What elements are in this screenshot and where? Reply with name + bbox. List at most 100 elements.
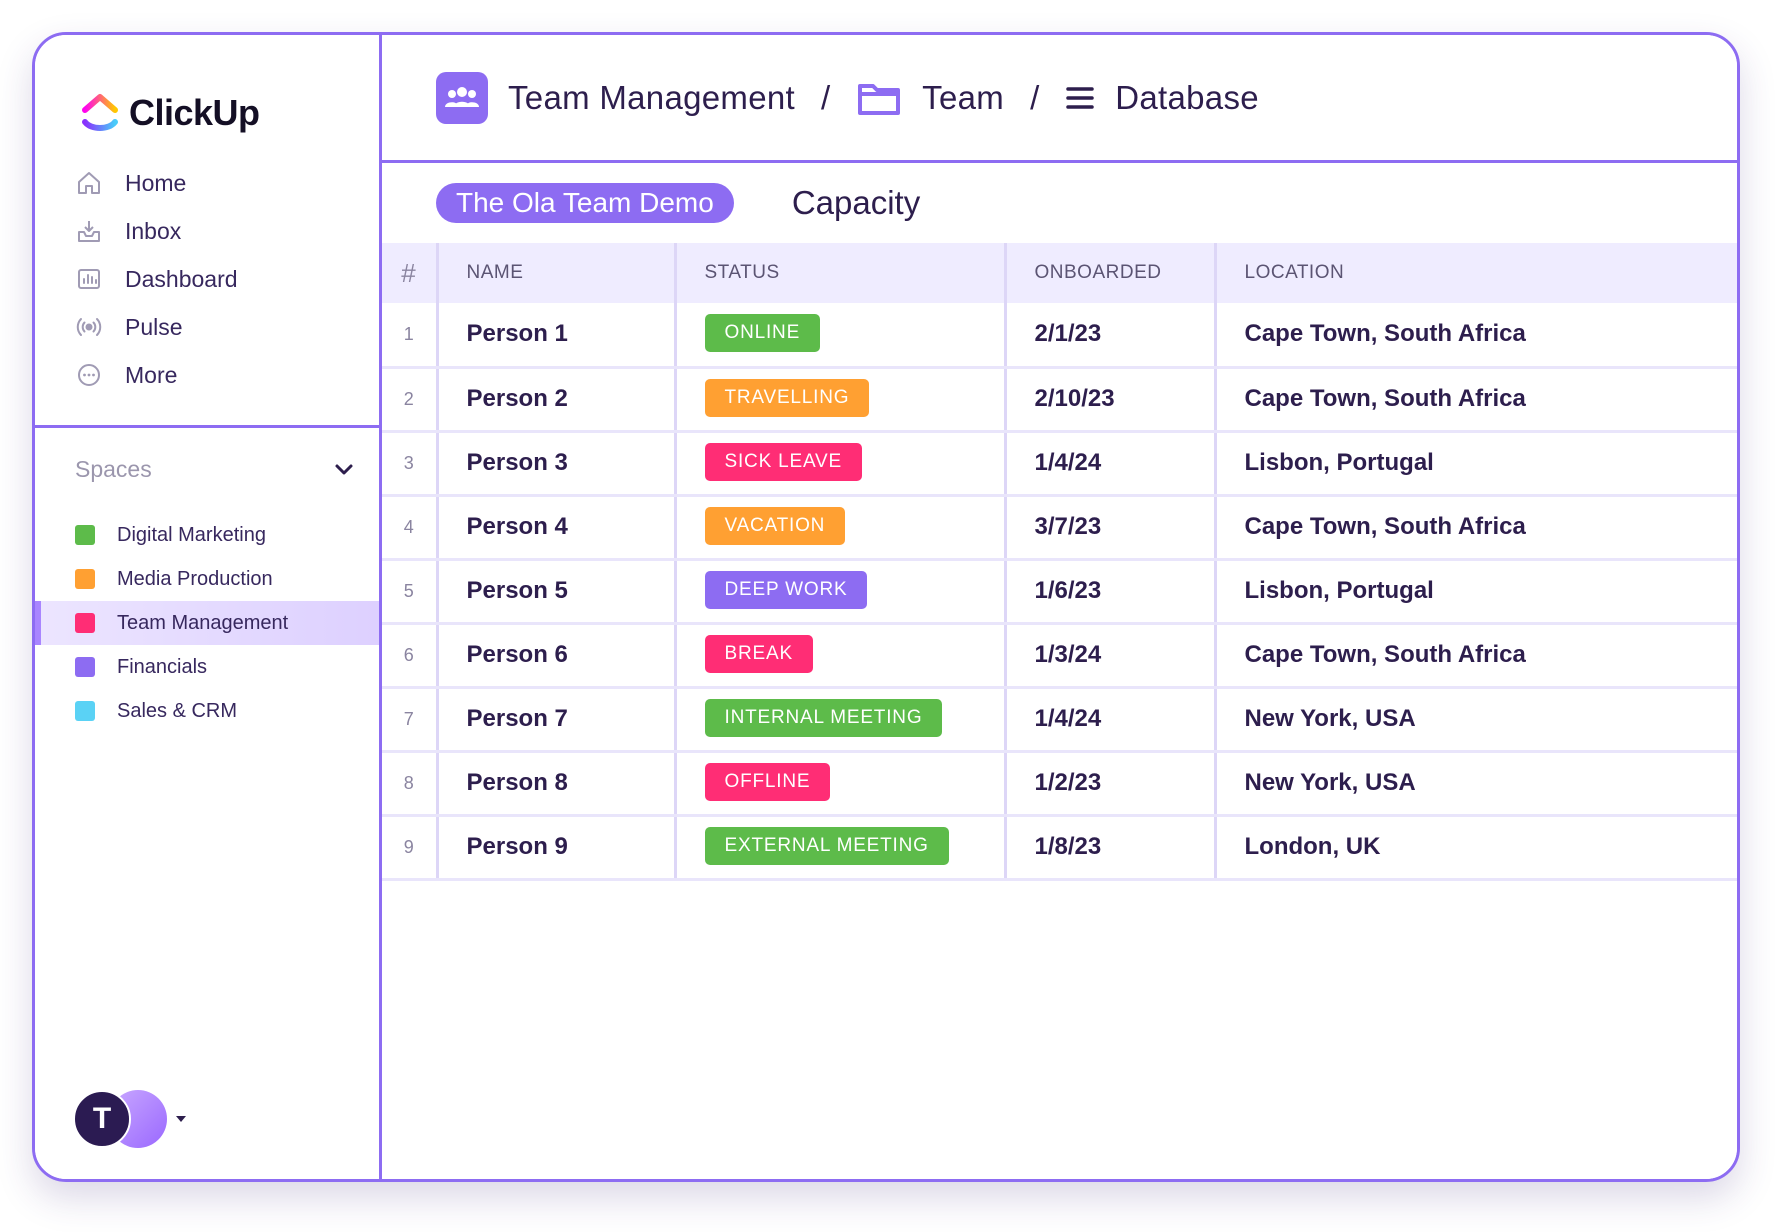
cell-onboarded[interactable]: 1/4/24 <box>1005 431 1217 497</box>
cell-status: SICK LEAVE <box>675 431 1007 497</box>
table-row[interactable]: 4 Person 4 VACATION 3/7/23 Cape Town, South … <box>382 495 1737 561</box>
column-header-index: # <box>382 243 439 303</box>
sidebar: ClickUp Home Inbox Dashboard Pulse More … <box>35 35 382 1179</box>
cell-onboarded[interactable]: 1/4/24 <box>1005 687 1217 753</box>
sidebar-item-pulse[interactable]: Pulse <box>75 303 365 351</box>
column-header-location[interactable]: LOCATION <box>1215 243 1737 303</box>
column-header-name[interactable]: NAME <box>437 243 677 303</box>
team-icon <box>445 86 479 107</box>
breadcrumb-separator: / <box>1030 78 1040 116</box>
cell-status: INTERNAL MEETING <box>675 687 1007 753</box>
column-header-status[interactable]: STATUS <box>675 243 1007 303</box>
cell-name[interactable]: Person 9 <box>437 815 677 881</box>
status-badge[interactable]: INTERNAL MEETING <box>704 698 943 737</box>
space-color-icon <box>75 525 95 545</box>
cell-name[interactable]: Person 7 <box>437 687 677 753</box>
cell-location[interactable]: New York, USA <box>1215 751 1737 817</box>
app-window: ClickUp Home Inbox Dashboard Pulse More … <box>32 32 1740 1182</box>
breadcrumb-separator: / <box>820 78 831 116</box>
space-label: Sales & CRM <box>117 699 238 722</box>
cell-onboarded[interactable]: 1/2/23 <box>1005 751 1217 817</box>
cell-onboarded[interactable]: 2/10/23 <box>1005 367 1217 433</box>
sidebar-space-item[interactable]: Team Management <box>35 601 379 645</box>
cell-location[interactable]: Lisbon, Portugal <box>1215 559 1737 625</box>
cell-status: OFFLINE <box>675 751 1007 817</box>
home-icon <box>78 172 100 194</box>
sidebar-item-more[interactable]: More <box>75 351 365 399</box>
cell-name[interactable]: Person 3 <box>437 431 677 497</box>
sidebar-space-item[interactable]: Digital Marketing <box>35 513 379 557</box>
cell-onboarded[interactable]: 1/6/23 <box>1005 559 1217 625</box>
logo-text: ClickUp <box>129 92 260 133</box>
caret-down-icon[interactable] <box>173 1111 189 1127</box>
cell-status: EXTERNAL MEETING <box>675 815 1007 881</box>
main-content: Team Management / Team / Database The Ol… <box>382 35 1737 1179</box>
breadcrumb-space[interactable]: Team Management <box>508 79 795 117</box>
cell-name[interactable]: Person 5 <box>437 559 677 625</box>
sidebar-space-item[interactable]: Sales & CRM <box>35 689 379 733</box>
sidebar-space-item[interactable]: Financials <box>35 645 379 689</box>
status-badge[interactable]: SICK LEAVE <box>704 442 862 481</box>
table-row[interactable]: 1 Person 1 ONLINE 2/1/23 Cape Town, South Af… <box>382 303 1737 369</box>
cell-onboarded[interactable]: 1/8/23 <box>1005 815 1217 881</box>
status-badge[interactable]: BREAK <box>704 634 813 673</box>
cell-onboarded[interactable]: 3/7/23 <box>1005 495 1217 561</box>
table-row[interactable]: 5 Person 5 DEEP WORK 1/6/23 Lisbon, Portugal <box>382 559 1737 625</box>
space-color-icon <box>75 613 95 633</box>
list-icon <box>1066 86 1094 109</box>
table-row[interactable]: 6 Person 6 BREAK 1/3/24 Cape Town, South Afr… <box>382 623 1737 689</box>
status-badge[interactable]: DEEP WORK <box>704 570 868 609</box>
sidebar-space-item[interactable]: Media Production <box>35 557 379 601</box>
cell-location[interactable]: New York, USA <box>1215 687 1737 753</box>
sidebar-nav: Home Inbox Dashboard Pulse More <box>75 159 365 399</box>
chevron-down-icon[interactable] <box>333 458 355 480</box>
workspace-pill[interactable]: The Ola Team Demo <box>436 183 734 223</box>
space-label: Digital Marketing <box>117 523 266 546</box>
sidebar-item-inbox[interactable]: Inbox <box>75 207 365 255</box>
cell-location[interactable]: Cape Town, South Africa <box>1215 303 1737 369</box>
status-badge[interactable]: VACATION <box>704 506 846 545</box>
cell-location[interactable]: Cape Town, South Africa <box>1215 495 1737 561</box>
clickup-logo[interactable]: ClickUp <box>81 89 260 137</box>
table-row[interactable]: 9 Person 9 EXTERNAL MEETING 1/8/23 London, U… <box>382 815 1737 881</box>
cell-location[interactable]: Cape Town, South Africa <box>1215 367 1737 433</box>
table-row[interactable]: 7 Person 7 INTERNAL MEETING 1/4/24 New York,… <box>382 687 1737 753</box>
row-index: 7 <box>382 687 439 753</box>
breadcrumb-list[interactable]: Database <box>1115 79 1259 117</box>
space-label: Financials <box>117 655 208 678</box>
sidebar-item-dashboard[interactable]: Dashboard <box>75 255 365 303</box>
row-index: 6 <box>382 623 439 689</box>
avatar[interactable]: T <box>73 1090 131 1148</box>
team-space-icon <box>436 71 488 124</box>
status-badge[interactable]: ONLINE <box>704 313 821 352</box>
cell-onboarded[interactable]: 1/3/24 <box>1005 623 1217 689</box>
cell-location[interactable]: Lisbon, Portugal <box>1215 431 1737 497</box>
status-badge[interactable]: EXTERNAL MEETING <box>704 826 949 865</box>
cell-location[interactable]: Cape Town, South Africa <box>1215 623 1737 689</box>
table-row[interactable]: 2 Person 2 TRAVELLING 2/10/23 Cape Town, Sou… <box>382 367 1737 433</box>
cell-status: ONLINE <box>675 303 1007 369</box>
spaces-label: Spaces <box>75 455 152 482</box>
spaces-header[interactable]: Spaces <box>75 451 355 487</box>
table-row[interactable]: 3 Person 3 SICK LEAVE 1/4/24 Lisbon, Portuga… <box>382 431 1737 497</box>
space-color-icon <box>75 701 95 721</box>
space-label: Media Production <box>117 567 273 590</box>
user-avatar-group[interactable]: T <box>73 1089 189 1149</box>
row-index: 1 <box>382 303 439 369</box>
status-badge[interactable]: TRAVELLING <box>704 378 870 417</box>
cell-name[interactable]: Person 1 <box>437 303 677 369</box>
cell-name[interactable]: Person 4 <box>437 495 677 561</box>
cell-name[interactable]: Person 8 <box>437 751 677 817</box>
column-header-onboarded[interactable]: ONBOARDED <box>1005 243 1217 303</box>
cell-onboarded[interactable]: 2/1/23 <box>1005 303 1217 369</box>
cell-location[interactable]: London, UK <box>1215 815 1737 881</box>
row-index: 4 <box>382 495 439 561</box>
sidebar-item-home[interactable]: Home <box>75 159 365 207</box>
cell-name[interactable]: Person 6 <box>437 623 677 689</box>
cell-name[interactable]: Person 2 <box>437 367 677 433</box>
row-index: 8 <box>382 751 439 817</box>
table-row[interactable]: 8 Person 8 OFFLINE 1/2/23 New York, USA <box>382 751 1737 817</box>
breadcrumb-folder[interactable]: Team <box>922 79 1004 117</box>
status-badge[interactable]: OFFLINE <box>704 762 831 801</box>
space-color-icon <box>75 569 95 589</box>
